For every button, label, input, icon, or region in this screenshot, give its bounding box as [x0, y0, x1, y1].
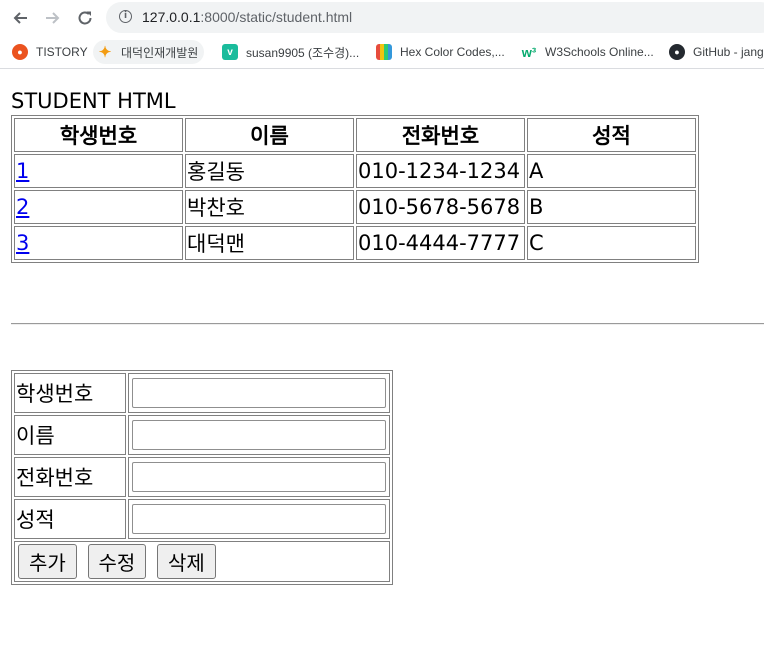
hex-color-icon [376, 44, 392, 60]
section-divider [11, 323, 764, 325]
table-row: 1 홍길동 010-1234-1234 A [14, 154, 696, 188]
student-table: 학생번호 이름 전화번호 성적 1 홍길동 010-1234-1234 A 2 … [11, 115, 699, 263]
grade-input[interactable] [132, 504, 386, 534]
bookmark-hex-color[interactable]: Hex Color Codes,... [376, 40, 505, 64]
delete-button[interactable]: 삭제 [157, 544, 216, 579]
label-name: 이름 [14, 415, 126, 455]
cell-phone: 010-4444-7777 [356, 226, 525, 260]
student-id-link[interactable]: 1 [16, 159, 29, 183]
cell-phone: 010-1234-1234 [356, 154, 525, 188]
cell-student-id: 2 [14, 190, 183, 224]
label-grade: 성적 [14, 499, 126, 539]
bookmark-w3schools[interactable]: w³ W3Schools Online... [521, 40, 654, 64]
bookmark-github[interactable]: ● GitHub - jang [669, 40, 764, 64]
bookmark-label: W3Schools Online... [545, 45, 654, 59]
cell-name: 홍길동 [185, 154, 354, 188]
bookmark-velog[interactable]: v susan9905 (조수경)... [222, 40, 359, 64]
field-cell [128, 499, 390, 539]
url-path: :8000/static/student.html [200, 9, 353, 25]
button-cell: 추가 수정 삭제 [14, 541, 390, 582]
cell-phone: 010-5678-5678 [356, 190, 525, 224]
table-row: 3 대덕맨 010-4444-7777 C [14, 226, 696, 260]
cell-name: 박찬호 [185, 190, 354, 224]
header-name: 이름 [185, 118, 354, 152]
student-id-link[interactable]: 3 [16, 231, 29, 255]
back-arrow-icon[interactable] [8, 6, 32, 30]
site-info-icon[interactable]: i [119, 10, 132, 23]
form-row: 성적 [14, 499, 390, 539]
label-student-id: 학생번호 [14, 373, 126, 413]
cell-student-id: 3 [14, 226, 183, 260]
form-row: 이름 [14, 415, 390, 455]
form-buttons-row: 추가 수정 삭제 [14, 541, 390, 582]
name-input[interactable] [132, 420, 386, 450]
student-id-input[interactable] [132, 378, 386, 408]
cell-name: 대덕맨 [185, 226, 354, 260]
form-row: 학생번호 [14, 373, 390, 413]
url-host: 127.0.0.1 [142, 9, 201, 25]
bookmark-label: GitHub - jang [693, 45, 764, 59]
student-id-link[interactable]: 2 [16, 195, 29, 219]
github-icon: ● [669, 44, 685, 60]
w3schools-icon: w³ [521, 44, 537, 60]
browser-toolbar: i 127.0.0.1:8000/static/student.html [0, 0, 764, 36]
cell-grade: B [527, 190, 696, 224]
cell-grade: C [527, 226, 696, 260]
bookmark-label: TISTORY [36, 45, 88, 59]
header-phone: 전화번호 [356, 118, 525, 152]
form-row: 전화번호 [14, 457, 390, 497]
phone-input[interactable] [132, 462, 386, 492]
field-cell [128, 415, 390, 455]
header-student-id: 학생번호 [14, 118, 183, 152]
bookmark-tistory[interactable]: ● TISTORY [12, 40, 88, 64]
bookmark-daedeok[interactable]: ✦ 대덕인재개발원 [93, 40, 205, 64]
header-grade: 성적 [527, 118, 696, 152]
add-button[interactable]: 추가 [18, 544, 77, 579]
field-cell [128, 373, 390, 413]
table-header-row: 학생번호 이름 전화번호 성적 [14, 118, 696, 152]
reload-icon[interactable] [73, 6, 97, 30]
student-form: 학생번호 이름 전화번호 성적 추가 수정 삭제 [11, 370, 393, 585]
field-cell [128, 457, 390, 497]
velog-icon: v [222, 44, 238, 60]
bookmark-label: Hex Color Codes,... [400, 45, 505, 59]
url-text: 127.0.0.1:8000/static/student.html [142, 9, 352, 25]
cell-student-id: 1 [14, 154, 183, 188]
label-phone: 전화번호 [14, 457, 126, 497]
forward-arrow-icon[interactable] [41, 6, 65, 30]
edit-button[interactable]: 수정 [87, 544, 147, 579]
bookmarks-bar: ● TISTORY ✦ 대덕인재개발원 v susan9905 (조수경)...… [0, 36, 764, 69]
table-row: 2 박찬호 010-5678-5678 B [14, 190, 696, 224]
tistory-icon: ● [12, 44, 28, 60]
page-title: STUDENT HTML [11, 89, 176, 113]
bookmark-label: 대덕인재개발원 [121, 45, 199, 60]
address-bar[interactable]: i 127.0.0.1:8000/static/student.html [106, 2, 764, 33]
bookmark-label: susan9905 (조수경)... [246, 45, 360, 60]
cell-grade: A [527, 154, 696, 188]
daedeok-icon: ✦ [98, 44, 112, 61]
